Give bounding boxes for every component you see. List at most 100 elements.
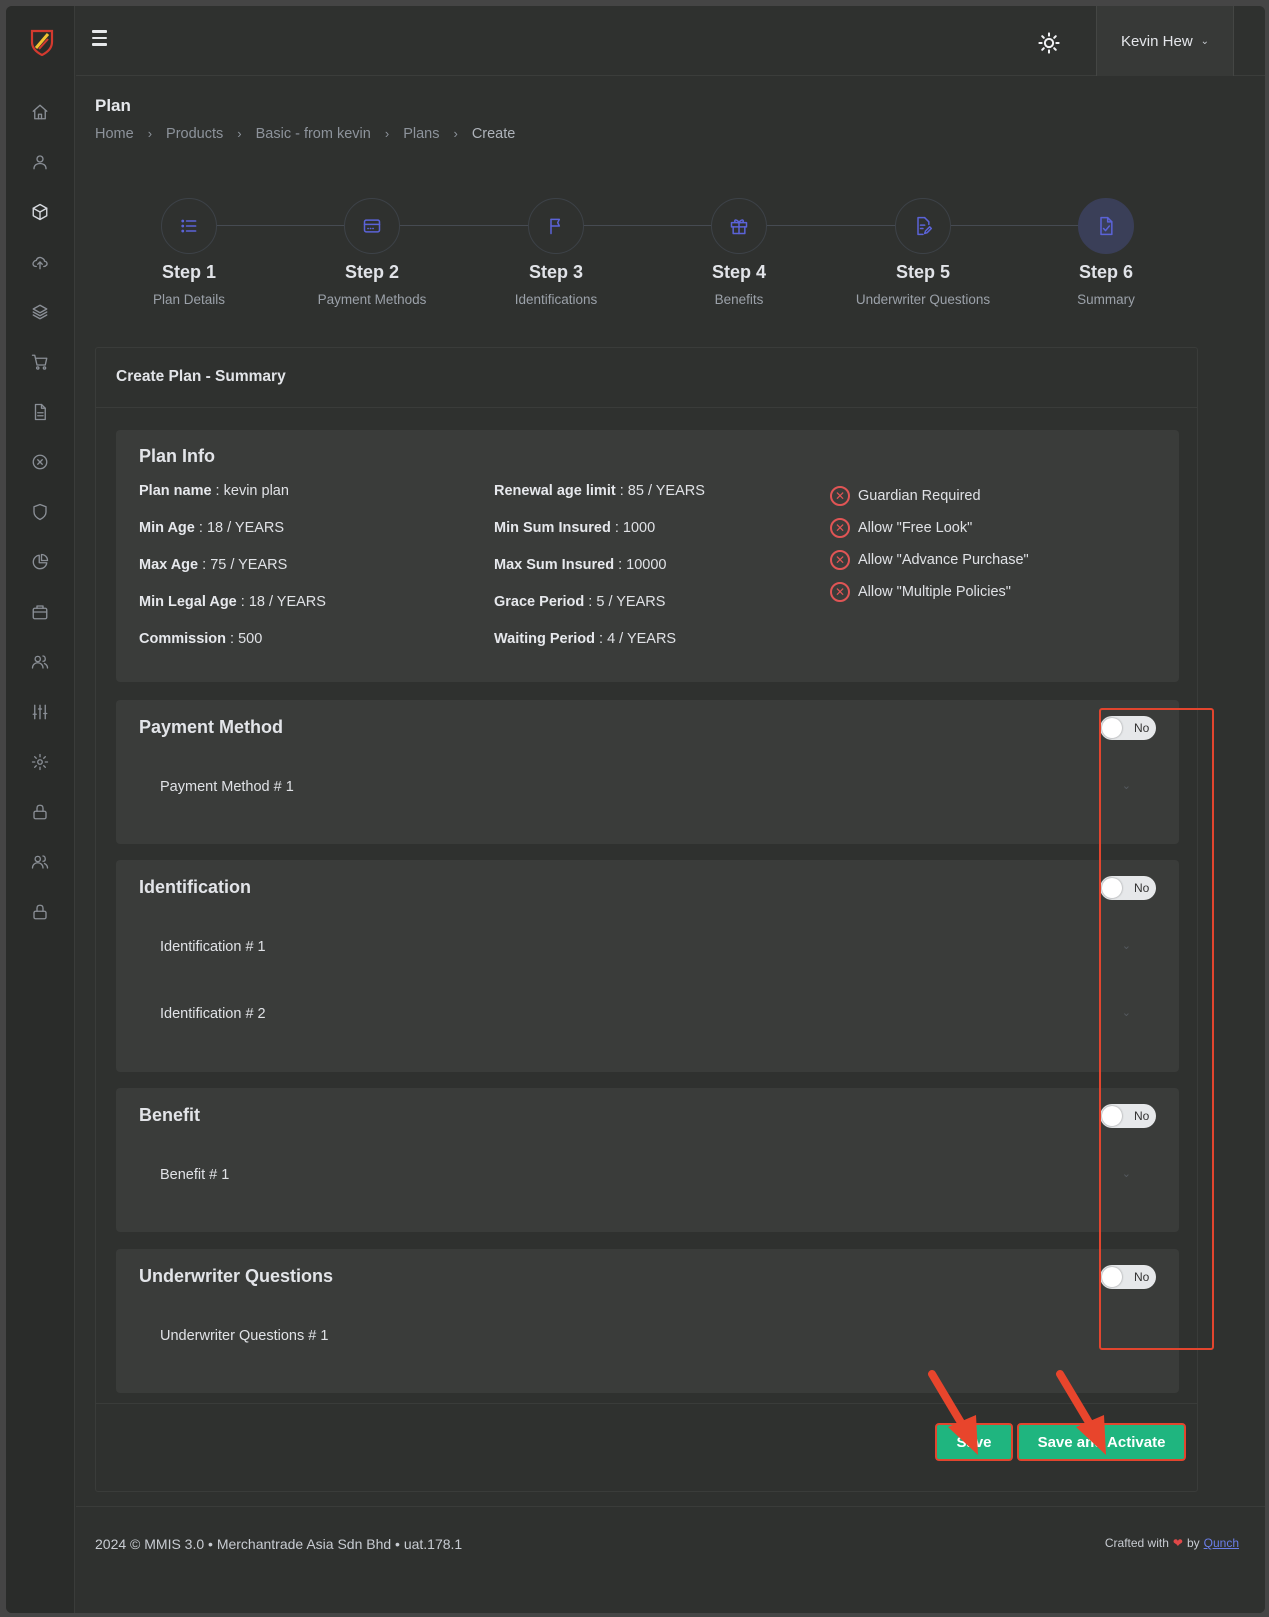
breadcrumb-current: Create — [471, 126, 516, 142]
step-3[interactable]: Step 3 Identifications — [466, 198, 646, 307]
home-icon[interactable] — [30, 102, 50, 122]
credit-card-icon — [344, 198, 400, 254]
chevron-right-icon: › — [384, 126, 390, 141]
step-4[interactable]: Step 4 Benefits — [649, 198, 829, 307]
toggle-knob — [1102, 1106, 1122, 1126]
plan-name-field: Plan name : kevin plan — [139, 483, 289, 499]
users-icon[interactable] — [30, 852, 50, 872]
footer-brand-link[interactable]: Qunch — [1204, 1536, 1239, 1550]
identification-section: Identification No Identification # 1 ⌄ I… — [116, 860, 1179, 1072]
advance-purchase-flag: ✕ Allow "Advance Purchase" — [830, 550, 1029, 570]
step-subtitle: Underwriter Questions — [855, 292, 991, 307]
briefcase-icon[interactable] — [30, 602, 50, 622]
section-title: Underwriter Questions — [139, 1266, 334, 1286]
plan-info-section: Plan Info Plan name : kevin plan Min Age… — [116, 430, 1179, 682]
step-subtitle: Payment Methods — [317, 292, 427, 307]
renewal-age-limit-field: Renewal age limit : 85 / YEARS — [494, 483, 705, 499]
toggle-label: No — [1134, 1109, 1150, 1123]
brand-logo[interactable] — [30, 28, 54, 56]
gift-icon — [711, 198, 767, 254]
step-title: Step 6 — [1078, 262, 1134, 282]
document-icon[interactable] — [30, 402, 50, 422]
step-subtitle: Summary — [1077, 292, 1135, 307]
box-icon[interactable] — [30, 202, 50, 222]
user-menu[interactable]: Kevin Hew ⌄ — [1096, 6, 1234, 76]
chevron-down-icon: ⌄ — [1200, 35, 1210, 47]
underwriter-questions-section: Underwriter Questions No Underwriter Que… — [116, 1249, 1179, 1393]
list-item[interactable]: Underwriter Questions # 1 — [160, 1328, 328, 1344]
x-circle-icon: ✕ — [830, 486, 850, 506]
document-check-icon — [1078, 198, 1134, 254]
menu-toggle-icon[interactable] — [92, 30, 112, 50]
commission-field: Commission : 500 — [139, 631, 263, 647]
step-title: Step 5 — [895, 262, 951, 282]
toggle-knob — [1102, 1267, 1122, 1287]
list-icon — [161, 198, 217, 254]
footer-by-text: by — [1186, 1536, 1200, 1550]
chevron-right-icon: › — [237, 126, 242, 141]
lock-icon[interactable] — [30, 802, 50, 822]
lock-icon[interactable] — [30, 902, 50, 922]
breadcrumb-home[interactable]: Home — [95, 126, 134, 142]
free-look-flag: ✕ Allow "Free Look" — [830, 518, 972, 538]
flag-icon — [528, 198, 584, 254]
annotation-arrow-icon — [928, 1370, 978, 1455]
annotation-arrow-icon — [1056, 1370, 1106, 1455]
sidebar — [6, 6, 75, 1613]
cart-icon[interactable] — [30, 352, 50, 372]
breadcrumb-product[interactable]: Basic - from kevin — [256, 126, 371, 142]
users-icon[interactable] — [30, 652, 50, 672]
step-1[interactable]: Step 1 Plan Details — [99, 198, 279, 307]
section-title: Plan Info — [139, 446, 215, 466]
sun-icon[interactable] — [1038, 32, 1060, 54]
step-subtitle: Plan Details — [152, 292, 226, 307]
step-5[interactable]: Step 5 Underwriter Questions — [833, 198, 1013, 307]
list-item[interactable]: Identification # 1 — [160, 939, 266, 955]
gear-icon[interactable] — [30, 752, 50, 772]
breadcrumb: Home › Products › Basic - from kevin › P… — [95, 126, 515, 142]
chevron-down-icon[interactable]: ⌄ — [1122, 1006, 1131, 1019]
breadcrumb-plans[interactable]: Plans — [403, 126, 439, 142]
step-title: Step 4 — [711, 262, 767, 282]
user-icon[interactable] — [30, 152, 50, 172]
min-age-field: Min Age : 18 / YEARS — [139, 520, 285, 536]
benefit-toggle[interactable]: No — [1100, 1104, 1156, 1128]
identification-toggle[interactable]: No — [1100, 876, 1156, 900]
chevron-down-icon[interactable]: ⌄ — [1122, 779, 1131, 792]
step-subtitle: Identifications — [514, 292, 598, 307]
pie-chart-icon[interactable] — [30, 552, 50, 572]
layers-icon[interactable] — [30, 302, 50, 322]
footer-copyright: 2024 © MMIS 3.0 • Merchantrade Asia Sdn … — [95, 1536, 463, 1552]
section-title: Identification — [139, 877, 251, 897]
chevron-right-icon: › — [147, 126, 153, 141]
summary-card: Create Plan - Summary Plan Info Plan nam… — [95, 347, 1198, 1492]
shield-icon[interactable] — [30, 502, 50, 522]
grace-period-field: Grace Period : 5 / YEARS — [494, 594, 666, 610]
chevron-down-icon[interactable]: ⌄ — [1122, 939, 1131, 952]
step-2[interactable]: Step 2 Payment Methods — [282, 198, 462, 307]
chevron-down-icon[interactable]: ⌄ — [1122, 1167, 1131, 1180]
user-name: Kevin Hew — [1120, 32, 1193, 50]
list-item[interactable]: Benefit # 1 — [160, 1167, 229, 1183]
step-title: Step 2 — [344, 262, 400, 282]
underwriter-questions-toggle[interactable]: No — [1100, 1265, 1156, 1289]
step-6[interactable]: Step 6 Summary — [1016, 198, 1196, 307]
payment-method-section: Payment Method No Payment Method # 1 ⌄ — [116, 700, 1179, 844]
sliders-icon[interactable] — [30, 702, 50, 722]
edit-document-icon — [895, 198, 951, 254]
cancel-circle-icon[interactable] — [30, 452, 50, 472]
cloud-upload-icon[interactable] — [30, 252, 50, 272]
heart-icon: ❤ — [1172, 1536, 1183, 1550]
guardian-required-flag: ✕ Guardian Required — [830, 486, 981, 506]
section-title: Payment Method — [139, 717, 284, 737]
toggle-knob — [1102, 718, 1122, 738]
toggle-label: No — [1134, 881, 1150, 895]
breadcrumb-products[interactable]: Products — [166, 126, 223, 142]
list-item[interactable]: Identification # 2 — [160, 1006, 266, 1022]
waiting-period-field: Waiting Period : 4 / YEARS — [494, 631, 677, 647]
section-title: Benefit — [139, 1105, 201, 1125]
page-title: Plan — [95, 96, 131, 115]
toggle-label: No — [1134, 1270, 1150, 1284]
payment-method-toggle[interactable]: No — [1100, 716, 1156, 740]
list-item[interactable]: Payment Method # 1 — [160, 779, 294, 795]
